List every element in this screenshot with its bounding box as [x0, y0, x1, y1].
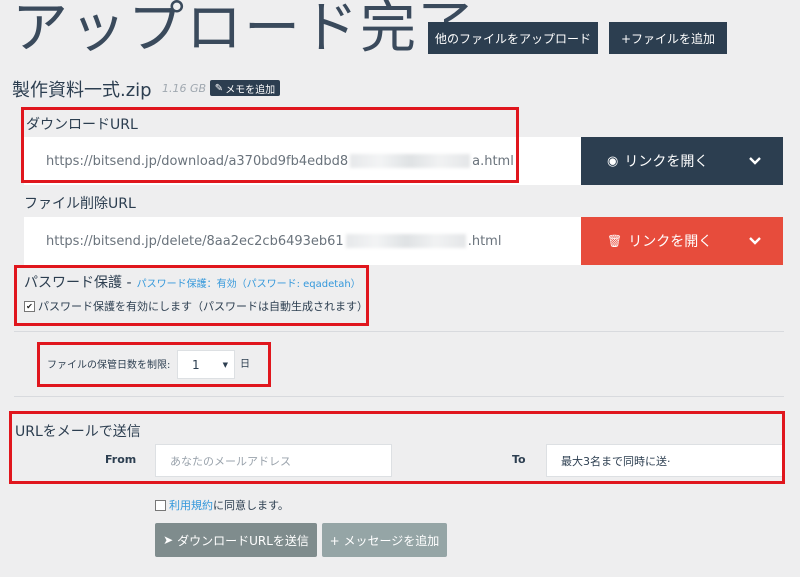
- terms-link[interactable]: 利用規約: [169, 499, 213, 512]
- file-name: 製作資料一式.zip: [12, 80, 152, 101]
- delete-url-suffix: .html: [467, 233, 502, 249]
- highlight-box-email: [9, 411, 785, 484]
- page-title: アップロード完了: [12, 0, 476, 61]
- paper-plane-icon: ➤: [163, 533, 174, 547]
- open-delete-link-button[interactable]: 🗑 リンクを開く: [581, 217, 783, 265]
- add-memo-label: メモを追加: [225, 84, 276, 96]
- terms-text: に同意します。: [213, 499, 289, 512]
- open-delete-link-label: リンクを開く: [628, 234, 713, 250]
- globe-icon: ◉: [607, 153, 619, 169]
- file-size: 1.16 GB: [162, 82, 207, 95]
- redacted-region: [345, 234, 466, 248]
- pencil-icon: ✎: [214, 82, 224, 94]
- chevron-down-icon[interactable]: [749, 157, 761, 165]
- highlight-box-download: [21, 107, 519, 183]
- delete-url-field[interactable]: https://bitsend.jp/delete/8aa2ec2cb6493e…: [24, 217, 581, 265]
- delete-url-label: ファイル削除URL: [24, 196, 136, 212]
- open-download-link-label: リンクを開く: [624, 154, 709, 170]
- open-download-link-button[interactable]: ◉ リンクを開く: [581, 137, 783, 185]
- upload-other-file-button[interactable]: 他のファイルをアップロード: [428, 22, 598, 54]
- divider: [14, 396, 784, 397]
- terms-checkbox[interactable]: [155, 499, 166, 511]
- terms-row[interactable]: 利用規約に同意します。: [155, 497, 289, 513]
- send-download-url-button[interactable]: ➤ ダウンロードURLを送信: [155, 523, 317, 557]
- delete-url-prefix: https://bitsend.jp/delete/8aa2ec2cb6493e…: [46, 233, 344, 249]
- chevron-down-icon[interactable]: [749, 237, 761, 245]
- add-message-button[interactable]: + メッセージを追加: [322, 523, 447, 557]
- highlight-box-retention: [37, 342, 271, 387]
- add-memo-button[interactable]: ✎ メモを追加: [210, 80, 280, 96]
- divider: [14, 331, 784, 332]
- highlight-box-password: [14, 265, 369, 326]
- send-download-url-label: ダウンロードURLを送信: [177, 533, 309, 548]
- trash-icon: 🗑: [607, 234, 623, 248]
- add-file-button[interactable]: +ファイルを追加: [609, 22, 727, 54]
